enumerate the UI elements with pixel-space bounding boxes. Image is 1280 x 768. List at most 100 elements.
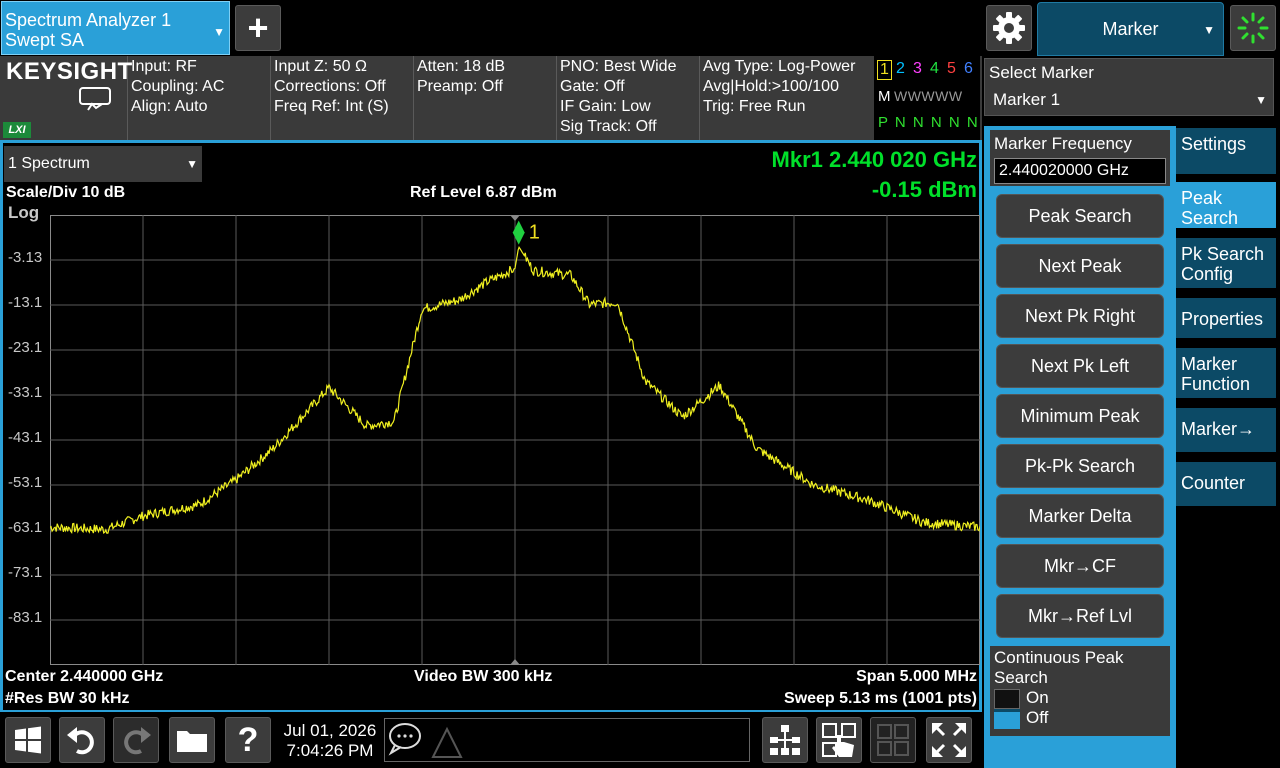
top-bar: Spectrum Analyzer 1 Swept SA ▼ + Marker … [0,0,1280,56]
pno-setting: PNO: Best Wide [560,58,677,75]
menu-title: Marker [1102,19,1159,39]
menu-title-marker[interactable]: Marker ▼ [1037,2,1224,56]
mkr-ref-lvl-button[interactable]: Mkr→Ref Lvl [996,594,1164,638]
span-label[interactable]: Span 5.000 MHz [856,668,977,686]
y-tick-label: -23.1 [8,339,43,356]
gear-icon [993,12,1025,44]
if-gain-setting: IF Gain: Low [560,98,651,115]
tab-pk-search-config[interactable]: Pk Search Config [1176,238,1276,288]
busy-spinner-icon [1237,12,1269,44]
undo-button[interactable] [59,717,105,763]
marker-amplitude-readout: -0.15 dBm [871,177,977,202]
avg-settings[interactable]: Avg Type: Log-Power Avg|Hold:>100/100 Tr… [700,56,874,140]
softkey-panel: Select Marker Marker 1 ▼ Marker Frequenc… [982,56,1280,768]
trace-4-indicator[interactable]: 4 [930,60,939,78]
date: Jul 01, 2026 [283,721,377,740]
continuous-peak-off-option[interactable]: Off [994,708,1048,729]
next-pk-left-button[interactable]: Next Pk Left [996,344,1164,388]
impedance-settings[interactable]: Input Z: 50 Ω Corrections: Off Freq Ref:… [271,56,414,140]
file-button[interactable] [169,717,215,763]
next-pk-right-button[interactable]: Next Pk Right [996,294,1164,338]
remote-display-icon [79,87,111,111]
plus-icon: + [247,7,269,48]
app-selector[interactable]: Spectrum Analyzer 1 Swept SA ▼ [1,1,230,55]
chevron-down-icon: ▼ [1255,93,1267,107]
windows-start-button[interactable] [5,717,51,763]
minimum-peak-button[interactable]: Minimum Peak [996,394,1164,438]
multi-window-button[interactable] [762,717,808,763]
attenuation-settings[interactable]: Atten: 18 dB Preamp: Off [414,56,557,140]
touch-mode-button[interactable] [816,717,862,763]
tab-counter[interactable]: Counter [1176,462,1276,506]
maximize-button[interactable] [926,717,972,763]
message-icon [388,723,463,758]
add-screen-button[interactable]: + [235,5,281,51]
video-bw-label[interactable]: Video BW 300 kHz [414,668,552,686]
coupling-setting: Coupling: AC [131,78,225,95]
peak-search-menu: Marker Frequency Peak Search Next Peak Nex… [984,126,1176,768]
help-button[interactable]: ? [225,717,271,763]
y-tick-label: -63.1 [8,519,43,536]
align-setting: Align: Auto [131,98,208,115]
tab-marker[interactable]: Marker→ [1176,408,1276,452]
spectrum-screen[interactable]: 1 Spectrum ▼ Mkr1 2.440 020 GHz -0.15 dB… [3,143,980,710]
maximize-icon [932,723,966,757]
trace-mode-label: M [878,88,891,105]
peak-search-button[interactable]: Peak Search [996,194,1164,238]
center-frequency-label[interactable]: Center 2.440000 GHz [5,668,163,686]
mkr-cf-button[interactable]: Mkr→CF [996,544,1164,588]
res-bw-label[interactable]: #Res BW 30 kHz [5,690,130,708]
avg-hold-setting: Avg|Hold:>100/100 [703,78,839,95]
marker-delta-button[interactable]: Marker Delta [996,494,1164,538]
window-selector[interactable]: 1 Spectrum ▼ [4,146,202,182]
trace-6-indicator[interactable]: 6 [964,60,973,78]
continuous-on-label: On [1026,688,1049,707]
continuous-peak-on-option[interactable]: On [994,688,1049,709]
input-settings[interactable]: Input: RF Coupling: AC Align: Auto [128,56,271,140]
tab-settings[interactable]: Settings [1176,128,1276,174]
lxi-badge: LXI [3,122,31,138]
redo-icon [124,727,151,755]
next-peak-button[interactable]: Next Peak [996,244,1164,288]
chevron-down-icon: ▼ [186,157,198,171]
marker-frequency-input[interactable] [994,158,1166,184]
atten-setting: Atten: 18 dB [417,58,506,75]
system-settings-button[interactable] [986,5,1032,51]
sig-track-setting: Sig Track: Off [560,118,657,135]
keysight-logo: KEYSIGHT [6,58,133,85]
sweep-label[interactable]: Sweep 5.13 ms (1001 pts) [784,690,977,708]
tab-properties[interactable]: Properties [1176,298,1276,338]
y-tick-label: -83.1 [8,609,43,626]
avg-type-setting: Avg Type: Log-Power [703,58,856,75]
spectrum-plot[interactable]: 1 [50,215,980,665]
taskbar: ? Jul 01, 2026 7:04:26 PM [0,712,982,768]
disabled-window-button[interactable] [870,717,916,763]
marker-frequency-readout: Mkr1 2.440 020 GHz [771,147,977,172]
trace-1-indicator[interactable]: 1 [877,60,892,80]
busy-indicator-button[interactable] [1230,5,1276,51]
y-tick-label: -3.13 [8,249,43,266]
trace-type-row: WWWWW [894,88,963,104]
continuous-off-label: Off [1026,708,1049,727]
redo-button[interactable] [113,717,159,763]
tab-peak-search[interactable]: Peak Search [1176,182,1276,228]
select-marker-control[interactable]: Select Marker Marker 1 ▼ [984,58,1274,116]
trace-5-indicator[interactable]: 5 [947,60,956,78]
chevron-down-icon: ▼ [213,25,225,39]
marker-1-label: 1 [529,222,540,244]
trace-2-indicator[interactable]: 2 [896,60,905,78]
tab-marker-function[interactable]: Marker Function [1176,348,1276,398]
trace-indicator[interactable]: 123456 M WWWWW P N N N N N [874,56,980,140]
message-area[interactable] [384,718,750,762]
y-tick-label: -73.1 [8,564,43,581]
select-marker-dropdown[interactable]: Marker 1 ▼ [989,87,1271,113]
app-name: Spectrum Analyzer 1 [5,10,172,30]
log-scale-label: Log [8,203,40,222]
trig-setting: Trig: Free Run [703,98,806,115]
ref-level-label: Ref Level 6.87 dBm [410,184,557,201]
bottom-center-marker-tick [510,659,520,665]
trace-3-indicator[interactable]: 3 [913,60,922,78]
bw-settings[interactable]: PNO: Best Wide Gate: Off IF Gain: Low Si… [557,56,700,140]
y-tick-label: -53.1 [8,474,43,491]
pk-pk-search-button[interactable]: Pk-Pk Search [996,444,1164,488]
